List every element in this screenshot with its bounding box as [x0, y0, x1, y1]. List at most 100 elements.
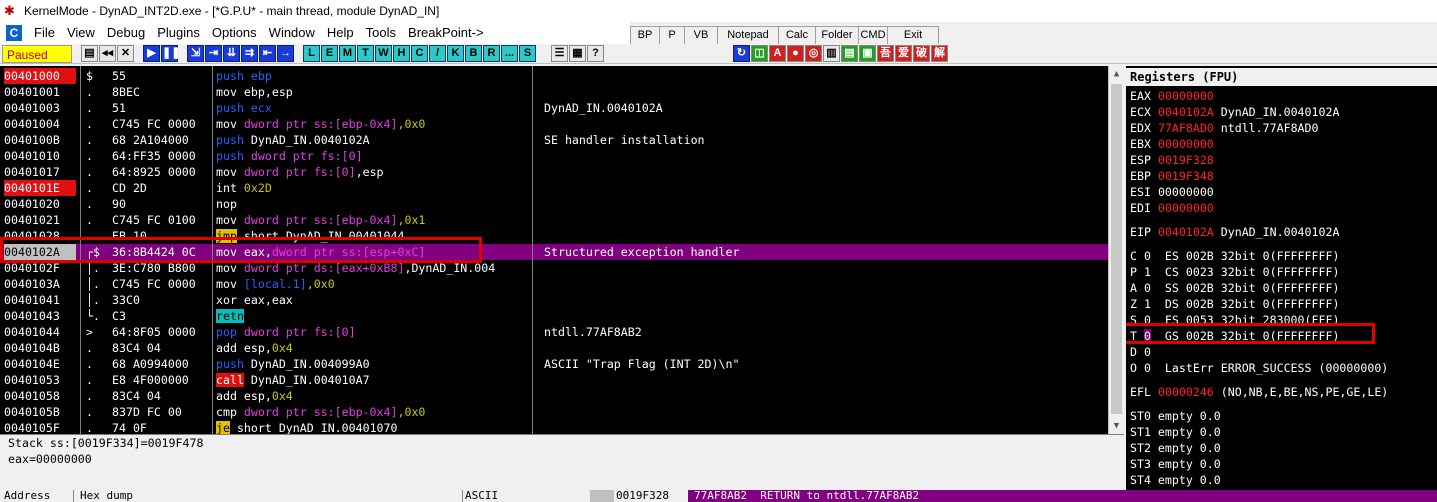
dump-address-header[interactable]: Address	[4, 490, 74, 502]
disasm-row[interactable]: 0040105F. 74 0F je short DynAD_IN.00401070	[0, 420, 1108, 434]
plugin-icon-7[interactable]: ▣	[859, 45, 876, 62]
pause-icon[interactable]: ❚❚	[161, 45, 180, 62]
disasm-row[interactable]: 00401021. C745 FC 0100 mov dword ptr ss:[e…	[0, 212, 1108, 228]
fpu-row[interactable]: ST1 empty 0.0	[1130, 424, 1228, 440]
memory-window-button[interactable]: M	[339, 45, 356, 62]
source-window-button[interactable]: S	[519, 45, 536, 62]
disasm-row[interactable]: 0040103A │. C745 FC 0000 mov [local.1],0x0	[0, 276, 1108, 292]
register-row[interactable]: EDI 00000000	[1130, 200, 1228, 216]
menu-debug[interactable]: Debug	[101, 22, 151, 44]
dump-ascii-header[interactable]: ASCII	[462, 490, 582, 502]
fpu-row[interactable]: ST2 empty 0.0	[1130, 440, 1228, 456]
step-into-icon[interactable]: ⇲	[187, 45, 204, 62]
plugin-icon-4[interactable]: ◎	[805, 45, 822, 62]
disasm-row[interactable]: 00401003. 51 push ecx DynAD_IN.0040102A	[0, 100, 1108, 116]
disasm-row[interactable]: 00401041 │. 33C0 xor eax,eax	[0, 292, 1108, 308]
disasm-row[interactable]: 00401020. 90 nop	[0, 196, 1108, 212]
menu-help[interactable]: Help	[321, 22, 360, 44]
register-row[interactable]: ECX 0040102A DynAD_IN.0040102A	[1130, 104, 1346, 120]
rewind-icon[interactable]: ◂◂	[99, 45, 116, 62]
app-c-icon[interactable]: C	[6, 25, 22, 41]
grid-icon[interactable]: ▦	[569, 45, 586, 62]
plugin-icon-6[interactable]: ▤	[841, 45, 858, 62]
disasm-row[interactable]: 00401043 └. C3 retn	[0, 308, 1108, 324]
flag-row[interactable]: A 0 SS 002B 32bit 0(FFFFFFFF)	[1130, 280, 1346, 296]
plugin-icon-10[interactable]: 破	[913, 45, 930, 62]
plugin-icon-8[interactable]: 吾	[877, 45, 894, 62]
registers-pane[interactable]: Registers (FPU) EAX 00000000 ECX 0040102…	[1126, 66, 1437, 496]
disasm-row[interactable]: 0040100B. 68 2A104000 push DynAD_IN.004010…	[0, 132, 1108, 148]
run-trace-window-button[interactable]: ...	[501, 45, 518, 62]
help-icon[interactable]: ?	[587, 45, 604, 62]
log-window-button[interactable]: L	[303, 45, 320, 62]
menu-breakpoint[interactable]: BreakPoint->	[402, 22, 490, 44]
register-row[interactable]: ESI 00000000	[1130, 184, 1228, 200]
patches-window-button[interactable]: /	[429, 45, 446, 62]
vb-button[interactable]: VB	[684, 26, 718, 45]
dump-hex-header[interactable]: Hex dump	[80, 490, 460, 502]
trace-over-icon[interactable]: ⇉	[241, 45, 258, 62]
plugin-icon-5[interactable]: ▥	[823, 45, 840, 62]
disasm-row[interactable]: 0040104B. 83C4 04 add esp,0x4	[0, 340, 1108, 356]
disassembly-scrollbar[interactable]: ▲ ▼	[1108, 66, 1124, 434]
disasm-row[interactable]: 0040105B. 837D FC 00 cmp dword ptr ss:[ebp…	[0, 404, 1108, 420]
stack-address[interactable]: 0019F328	[614, 490, 684, 502]
p-button[interactable]: P	[659, 26, 685, 45]
menu-window[interactable]: Window	[263, 22, 321, 44]
execute-till-return-icon[interactable]: ⇤	[259, 45, 276, 62]
cpu-window-button[interactable]: C	[411, 45, 428, 62]
flag-row[interactable]: P 1 CS 0023 32bit 0(FFFFFFFF)	[1130, 264, 1346, 280]
disasm-row[interactable]: 00401044 >64:8F05 0000 pop dword ptr fs:[0…	[0, 324, 1108, 340]
list-icon[interactable]: ☰	[551, 45, 568, 62]
disasm-row[interactable]: 00401058. 83C4 04 add esp,0x4	[0, 388, 1108, 404]
run-icon[interactable]: ▶	[143, 45, 160, 62]
menu-options[interactable]: Options	[206, 22, 263, 44]
exit-button[interactable]: Exit	[887, 26, 939, 45]
fpu-row[interactable]: ST3 empty 0.0	[1130, 456, 1228, 472]
goto-icon[interactable]: →	[277, 45, 294, 62]
register-row-efl[interactable]: EFL 00000246 (NO,NB,E,BE,NS,PE,GE,LE)	[1130, 384, 1395, 400]
register-row[interactable]: EAX 00000000	[1130, 88, 1228, 104]
modules-window-button[interactable]: E	[321, 45, 338, 62]
menu-file[interactable]: File	[28, 22, 61, 44]
disasm-row[interactable]: 00401053. E8 4F000000 call DynAD_IN.004010…	[0, 372, 1108, 388]
handles-window-button[interactable]: H	[393, 45, 410, 62]
step-over-icon[interactable]: ⇥	[205, 45, 222, 62]
disasm-row[interactable]: 0040104E. 68 A0994000 push DynAD_IN.004099…	[0, 356, 1108, 372]
menu-tools[interactable]: Tools	[360, 22, 402, 44]
scroll-up-icon[interactable]: ▲	[1109, 66, 1124, 82]
notepad-button[interactable]: Notepad	[717, 26, 779, 45]
plugin-icon-9[interactable]: 爱	[895, 45, 912, 62]
scroll-down-icon[interactable]: ▼	[1109, 418, 1124, 434]
menu-plugins[interactable]: Plugins	[151, 22, 206, 44]
register-row[interactable]: EBX 00000000	[1130, 136, 1228, 152]
bp-button[interactable]: BP	[630, 26, 660, 45]
disasm-row[interactable]: 0040101E. CD 2D int 0x2D	[0, 180, 1108, 196]
call-stack-window-button[interactable]: K	[447, 45, 464, 62]
menu-view[interactable]: View	[61, 22, 101, 44]
trace-into-icon[interactable]: ⇊	[223, 45, 240, 62]
breakpoints-window-button[interactable]: B	[465, 45, 482, 62]
stack-row-selected[interactable]: 77AF8AB2 RETURN to ntdll.77AF8AB2	[688, 490, 1437, 502]
disasm-row[interactable]: 00401000 $55 push ebp	[0, 68, 1108, 84]
flag-row[interactable]: Z 1 DS 002B 32bit 0(FFFFFFFF)	[1130, 296, 1346, 312]
register-row[interactable]: EDX 77AF8AD0 ntdll.77AF8AD0	[1130, 120, 1325, 136]
register-row[interactable]: ESP 0019F328	[1130, 152, 1228, 168]
fpu-row[interactable]: ST0 empty 0.0	[1130, 408, 1228, 424]
scroll-thumb[interactable]	[1111, 84, 1122, 414]
references-window-button[interactable]: R	[483, 45, 500, 62]
flag-row[interactable]: O 0 LastErr ERROR_SUCCESS (00000000)	[1130, 360, 1395, 376]
disasm-row[interactable]: 00401017. 64:8925 0000 mov dword ptr fs:[0…	[0, 164, 1108, 180]
threads-window-button[interactable]: T	[357, 45, 374, 62]
plugin-icon-11[interactable]: 解	[931, 45, 948, 62]
plugin-icon-1[interactable]: ◫	[751, 45, 768, 62]
windows-window-button[interactable]: W	[375, 45, 392, 62]
fpu-row[interactable]: ST4 empty 0.0	[1130, 472, 1228, 488]
register-row[interactable]: EBP 0019F348	[1130, 168, 1228, 184]
disasm-row[interactable]: 00401001. 8BEC mov ebp,esp	[0, 84, 1108, 100]
flag-row[interactable]: D 0	[1130, 344, 1172, 360]
calc-button[interactable]: Calc	[778, 26, 816, 45]
disassembly-pane[interactable]: 00401000 $55 push ebp 00401001. 8BEC mov ebp,…	[0, 66, 1124, 434]
refresh-icon[interactable]: ↻	[733, 45, 750, 62]
open-icon[interactable]: ▤	[81, 45, 98, 62]
